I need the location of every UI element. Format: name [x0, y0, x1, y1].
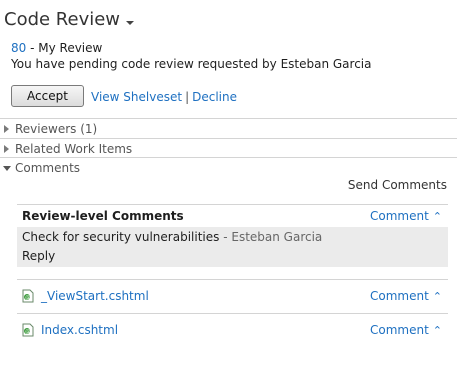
accept-button[interactable]: Accept: [11, 85, 84, 107]
review-level-title: Review-level Comments: [22, 209, 184, 223]
section-related-work-items[interactable]: Related Work Items: [0, 138, 457, 159]
review-actions: View Shelveset | Decline: [91, 90, 237, 104]
svg-text:@: @: [25, 295, 30, 301]
comment-entry: Check for security vulnerabilities - Est…: [22, 230, 322, 244]
expand-triangle-icon[interactable]: [4, 125, 9, 133]
chevron-down-icon[interactable]: [126, 20, 135, 25]
section-reviewers[interactable]: Reviewers (1): [0, 118, 457, 139]
chevron-up-icon[interactable]: ⌃: [433, 210, 442, 223]
section-label: Reviewers (1): [15, 122, 98, 136]
reply-link[interactable]: Reply: [22, 249, 55, 263]
page-title[interactable]: Code Review: [4, 9, 135, 30]
file-name-link[interactable]: _ViewStart.cshtml: [41, 289, 149, 303]
page-title-text: Code Review: [4, 9, 121, 30]
chevron-up-icon[interactable]: ⌃: [433, 290, 442, 303]
review-message: You have pending code review requested b…: [11, 57, 372, 71]
action-separator: |: [185, 90, 190, 104]
review-level-comments: Review-level Comments Comment ⌃ Check fo…: [17, 204, 448, 267]
section-label: Comments: [15, 161, 81, 175]
review-name: - My Review: [30, 41, 103, 55]
cshtml-file-icon: @: [22, 323, 34, 337]
cshtml-file-icon: @: [22, 289, 34, 303]
svg-text:@: @: [25, 329, 30, 335]
send-comments-button[interactable]: Send Comments: [348, 178, 447, 192]
file-comment-link[interactable]: Comment ⌃: [370, 289, 442, 303]
comment-label: Comment: [369, 323, 429, 337]
section-label: Related Work Items: [15, 142, 133, 156]
comment-label: Comment: [369, 209, 429, 223]
review-id-link[interactable]: 80: [11, 41, 26, 55]
view-shelveset-link[interactable]: View Shelveset: [91, 90, 182, 104]
collapse-triangle-icon[interactable]: [3, 166, 11, 171]
chevron-up-icon[interactable]: ⌃: [433, 324, 442, 337]
expand-triangle-icon[interactable]: [4, 145, 9, 153]
comment-author: - Esteban Garcia: [223, 230, 323, 244]
file-row: @ Index.cshtml Comment ⌃: [17, 313, 448, 344]
review-level-comment-link[interactable]: Comment ⌃: [370, 209, 442, 223]
comment-label: Comment: [369, 289, 429, 303]
file-row: @ _ViewStart.cshtml Comment ⌃: [17, 279, 448, 310]
decline-link[interactable]: Decline: [192, 90, 237, 104]
review-request-line: 80 - My Review: [11, 41, 102, 55]
file-name-link[interactable]: Index.cshtml: [41, 323, 118, 337]
file-comment-link[interactable]: Comment ⌃: [370, 323, 442, 337]
comment-text: Check for security vulnerabilities: [22, 230, 220, 244]
section-comments[interactable]: Comments: [0, 157, 457, 178]
